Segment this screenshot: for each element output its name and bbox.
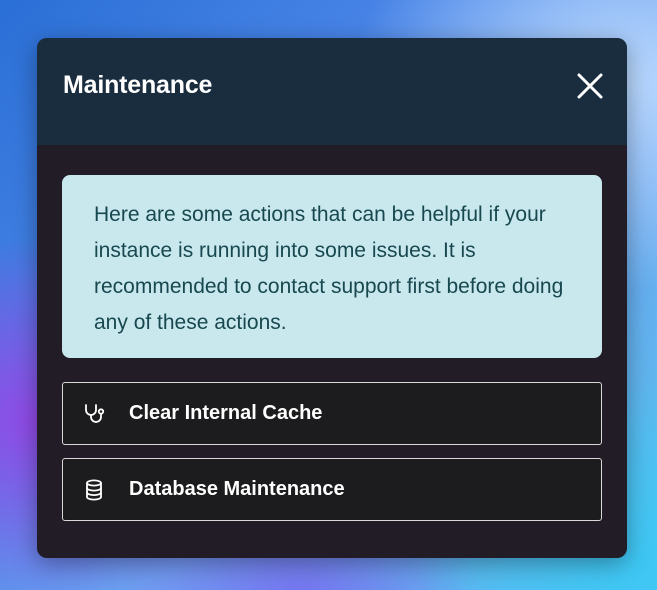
- modal-title: Maintenance: [63, 71, 213, 99]
- modal-body: Here are some actions that can be helpfu…: [37, 145, 627, 521]
- info-alert: Here are some actions that can be helpfu…: [62, 175, 602, 358]
- clear-internal-cache-label: Clear Internal Cache: [129, 402, 323, 424]
- clear-internal-cache-button[interactable]: Clear Internal Cache: [62, 382, 602, 445]
- close-button[interactable]: [575, 71, 605, 101]
- close-icon: [575, 71, 605, 101]
- maintenance-modal: Maintenance Here are some actions that c…: [37, 38, 627, 558]
- stethoscope-icon: [81, 401, 107, 427]
- modal-header: Maintenance: [37, 38, 627, 145]
- database-icon: [81, 477, 107, 503]
- database-maintenance-label: Database Maintenance: [129, 478, 345, 500]
- info-text: Here are some actions that can be helpfu…: [94, 203, 564, 334]
- database-maintenance-button[interactable]: Database Maintenance: [62, 458, 602, 521]
